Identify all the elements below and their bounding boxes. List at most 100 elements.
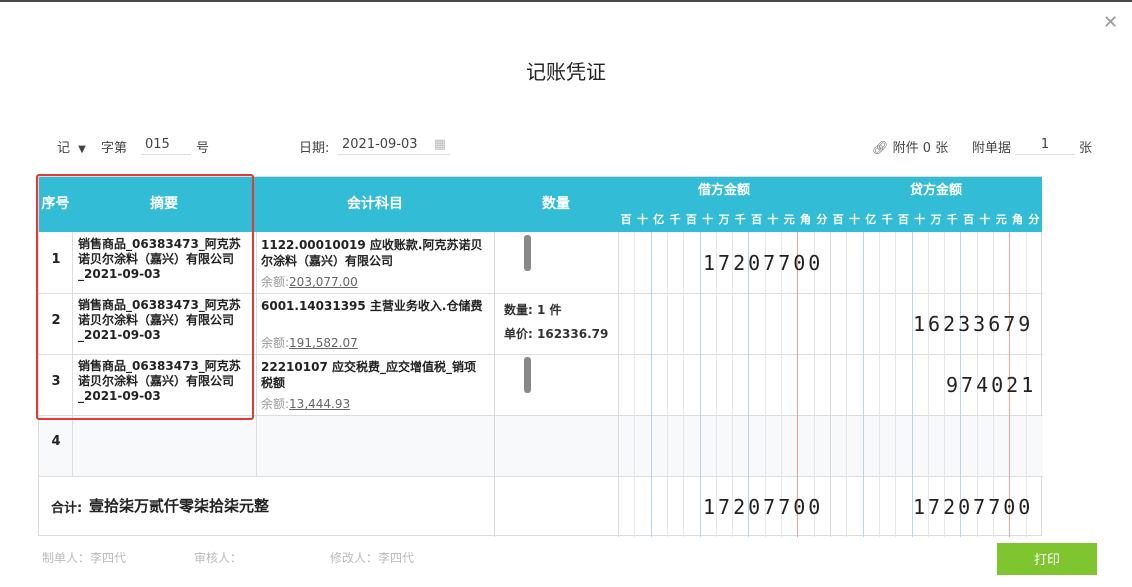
date-value: 2021-09-03 [342, 137, 418, 152]
digit-column-line [878, 232, 880, 537]
top-border [0, 0, 1132, 2]
col-divider [830, 232, 831, 537]
digit-unit-label: 元 [995, 213, 1007, 226]
qty-label: 数量: [504, 303, 533, 317]
row-balance: 余额:203,077.00 [261, 273, 358, 290]
close-icon[interactable]: ✕ [1103, 12, 1118, 33]
digit-unit-label: 百 [963, 213, 975, 226]
account-scrollbar[interactable] [524, 235, 531, 271]
row-account[interactable]: 6001.14031395 主营业务收入.仓储费 [261, 298, 486, 314]
col-divider [618, 232, 619, 537]
chevron-down-icon: ▼ [78, 144, 86, 155]
digit-unit-label: 百 [897, 213, 909, 226]
date-label: 日期: [299, 141, 330, 156]
row-account[interactable]: 1122.00010019 应收账款.阿克苏诺贝尔涂料（嘉兴）有限公司 [261, 237, 486, 269]
digit-column-line [666, 232, 668, 537]
digit-header-band: 百十亿千百十万千百十元角分百十亿千百十万千百十元角分 [618, 205, 1042, 232]
account-scrollbar[interactable] [524, 357, 531, 393]
paperclip-icon: 🔗︎ [872, 141, 889, 156]
print-button[interactable]: 打印 [997, 543, 1097, 575]
digit-column-line [846, 232, 848, 537]
balance-value: 13,444.93 [289, 397, 351, 411]
row-balance: 余额:13,444.93 [261, 395, 350, 412]
digit-unit-label: 千 [669, 213, 681, 226]
balance-label: 余额: [261, 336, 290, 350]
reviewer-label: 审核人： [194, 551, 243, 565]
balance-label: 余额: [261, 275, 290, 289]
digit-column-line [797, 232, 799, 537]
balance-value: 191,582.07 [289, 336, 358, 350]
empty-row-bg [39, 416, 1043, 476]
calendar-icon[interactable]: ▦ [434, 137, 446, 152]
row-unit-price: 单价: 162336.79 [504, 325, 608, 342]
zhang-label: 张 [1079, 141, 1093, 156]
digit-unit-label: 十 [767, 213, 779, 226]
digit-unit-label: 万 [718, 213, 730, 226]
price-value[interactable]: 162336.79 [537, 327, 608, 341]
digit-unit-label: 十 [848, 213, 860, 226]
col-header-account: 会计科目 [256, 177, 494, 232]
digit-unit-label: 十 [636, 213, 648, 226]
digit-unit-label: 亿 [653, 213, 665, 226]
zi-di-label: 字第 [101, 141, 128, 156]
row-divider [39, 476, 1043, 477]
total-debit: 17207700 [703, 495, 824, 519]
digit-column-line [634, 232, 636, 537]
digit-unit-label: 角 [800, 213, 812, 226]
digit-unit-label: 百 [620, 213, 632, 226]
attachment-link[interactable]: 🔗︎ 附件 0 张 [872, 137, 948, 156]
digit-column-line [732, 232, 734, 537]
digit-unit-label: 千 [734, 213, 746, 226]
row-quantity: 数量: 1 件 [504, 301, 562, 318]
qty-value[interactable]: 1 件 [537, 303, 562, 317]
total-credit: 17207700 [913, 495, 1034, 519]
digit-unit-label: 角 [1012, 213, 1024, 226]
digit-column-line [944, 232, 946, 537]
debit-amount[interactable]: 17207700 [703, 251, 823, 275]
date-input[interactable]: 2021-09-03 ▦ [338, 137, 450, 155]
row-seq: 4 [51, 434, 61, 449]
digit-unit-label: 千 [946, 213, 958, 226]
hao-label: 号 [196, 141, 210, 156]
modifier-label: 修改人：李四代 [330, 551, 415, 565]
row-balance: 余额:191,582.07 [261, 334, 358, 351]
digit-column-line [813, 232, 815, 537]
row-account[interactable]: 22210107 应交税费_应交增值税_销项税额 [261, 359, 486, 391]
digit-column-line [715, 232, 717, 537]
page-title: 记账凭证 [526, 60, 606, 84]
summary-column-highlight [36, 174, 254, 420]
digit-unit-label: 百 [751, 213, 763, 226]
digit-column-line [895, 232, 897, 537]
digit-column-line [764, 232, 766, 537]
voucher-number-input[interactable]: 015 [141, 137, 191, 155]
digit-unit-label: 十 [914, 213, 926, 226]
digit-unit-label: 元 [783, 213, 795, 226]
voucher-type-select[interactable]: 记 ▼ [57, 137, 86, 156]
digit-unit-label: 百 [832, 213, 844, 226]
digit-column-line [683, 232, 685, 537]
digit-unit-label: 十 [702, 213, 714, 226]
credit-amount[interactable]: 16233679 [913, 312, 1033, 336]
digit-column-line [748, 232, 750, 537]
attach-docs-input[interactable]: 1 [1015, 137, 1075, 155]
maker-label: 制单人：李四代 [42, 551, 127, 565]
balance-value: 203,077.00 [289, 275, 358, 289]
total-amount-text: 壹拾柒万贰仟零柒拾柒元整 [89, 497, 270, 515]
price-label: 单价: [504, 327, 533, 341]
digit-column-line [862, 232, 864, 537]
col-header-quantity: 数量 [494, 177, 618, 232]
digit-unit-label: 十 [979, 213, 991, 226]
digit-unit-label: 万 [930, 213, 942, 226]
col-header-credit: 贷方金额 [830, 177, 1042, 205]
col-header-debit: 借方金额 [618, 177, 830, 205]
digit-unit-label: 亿 [865, 213, 877, 226]
digit-column-line [781, 232, 783, 537]
digit-unit-label: 千 [881, 213, 893, 226]
voucher-type-value: 记 [57, 141, 71, 156]
digit-unit-label: 百 [685, 213, 697, 226]
col-divider [494, 232, 495, 537]
col-divider [256, 232, 257, 476]
credit-amount[interactable]: 974021 [946, 373, 1036, 397]
digit-unit-label: 分 [816, 213, 828, 226]
total-label: 合计: [51, 501, 83, 516]
